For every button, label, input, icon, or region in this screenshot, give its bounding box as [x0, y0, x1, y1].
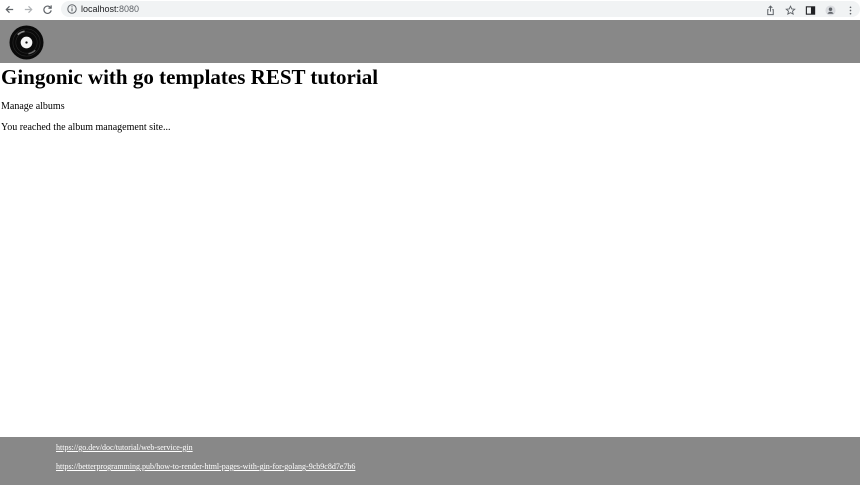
reload-icon: [43, 5, 52, 14]
address-bar[interactable]: localhost:8080: [61, 1, 860, 17]
side-panel-icon: [805, 6, 815, 15]
profile-button[interactable]: [820, 1, 840, 20]
star-icon: [784, 5, 796, 15]
menu-kebab-icon: [849, 6, 851, 15]
url-text: localhost:8080: [81, 4, 139, 14]
footer-link-gin-tutorial[interactable]: https://go.dev/doc/tutorial/web-service-…: [56, 443, 193, 453]
info-icon[interactable]: [67, 4, 77, 14]
page-subtitle: Manage albums: [1, 101, 65, 112]
reload-button[interactable]: [38, 0, 57, 19]
url-port: 8080: [119, 4, 140, 14]
forward-arrow-icon: [24, 5, 33, 14]
profile-icon: [824, 5, 836, 16]
share-button[interactable]: [760, 1, 780, 20]
url-host: localhost:: [81, 4, 120, 14]
forward-button[interactable]: [19, 0, 38, 19]
toolbar-actions: [760, 1, 860, 20]
page-title: Gingonic with go templates REST tutorial: [1, 65, 379, 89]
browser-toolbar: localhost:8080: [0, 0, 860, 19]
page-header: [0, 20, 860, 63]
share-icon: [766, 5, 774, 16]
vinyl-record-icon: [9, 25, 44, 60]
side-panel-button[interactable]: [800, 1, 820, 20]
footer-link-render-html-article[interactable]: https://betterprogramming.pub/how-to-ren…: [56, 462, 355, 472]
browser-menu-button[interactable]: [840, 1, 860, 20]
bookmark-button[interactable]: [780, 1, 800, 20]
welcome-message: You reached the album management site...: [1, 122, 171, 133]
page-footer: https://go.dev/doc/tutorial/web-service-…: [0, 437, 860, 485]
back-arrow-icon: [5, 5, 14, 14]
back-button[interactable]: [0, 0, 19, 19]
